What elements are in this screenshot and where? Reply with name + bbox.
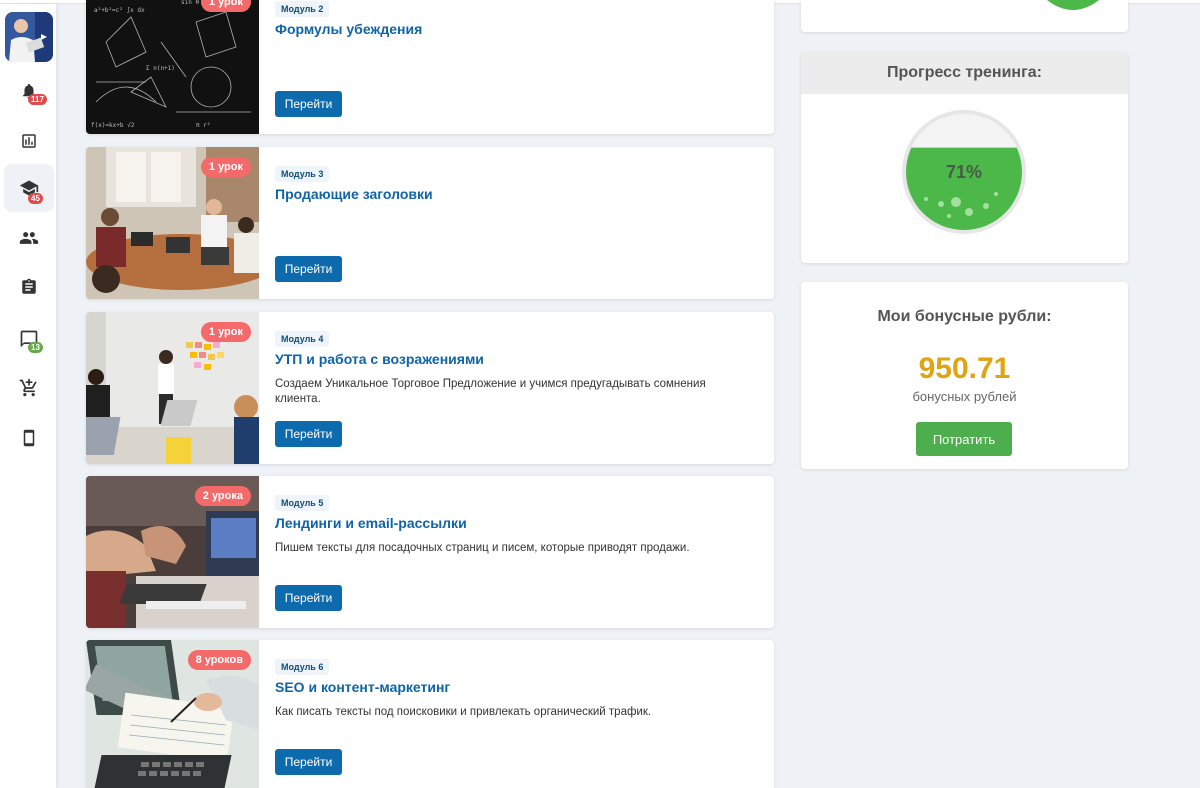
avatar[interactable] bbox=[5, 12, 53, 62]
module-title[interactable]: SEO и контент-маркетинг bbox=[275, 679, 450, 695]
training-badge: 45 bbox=[28, 193, 43, 204]
lessons-badge: 1 урок bbox=[200, 0, 251, 12]
lessons-badge: 2 урока bbox=[194, 486, 251, 506]
module-card: 1 урок Модуль 4 УТП и работа с возражени… bbox=[86, 312, 774, 464]
sidebar: 117 45 13 bbox=[0, 4, 57, 788]
progress-circle-partial bbox=[1047, 0, 1099, 10]
cart-add-icon bbox=[19, 378, 37, 397]
svg-text:a²+b²=c² ∫x dx: a²+b²=c² ∫x dx bbox=[94, 6, 145, 14]
chat-badge: 13 bbox=[28, 342, 43, 353]
module-card: 8 уроков Модуль 6 SEO и контент-маркетин… bbox=[86, 640, 774, 788]
module-card: a²+b²=c² ∫x dx sin θ = y/r Σ n(n+1) f(x)… bbox=[86, 0, 774, 134]
sidebar-item-shop[interactable] bbox=[4, 364, 54, 412]
module-thumbnail: 1 урок bbox=[86, 312, 259, 464]
sidebar-item-training[interactable]: 45 bbox=[4, 164, 54, 212]
module-title[interactable]: УТП и работа с возражениями bbox=[275, 351, 484, 367]
module-thumbnail: a²+b²=c² ∫x dx sin θ = y/r Σ n(n+1) f(x)… bbox=[86, 0, 259, 134]
progress-percent: 71% bbox=[946, 162, 982, 182]
module-title[interactable]: Формулы убеждения bbox=[275, 21, 422, 37]
spend-button[interactable]: Потратить bbox=[916, 422, 1012, 456]
module-thumbnail: 2 урока bbox=[86, 476, 259, 628]
bonus-title: Мои бонусные рубли: bbox=[877, 308, 1052, 325]
go-button[interactable]: Перейти bbox=[275, 585, 342, 611]
module-thumbnail: 8 уроков bbox=[86, 640, 259, 788]
bonus-amount: 950.71 bbox=[918, 352, 1011, 385]
module-description: Как писать тексты под поисковики и привл… bbox=[275, 706, 652, 718]
top-panel-partial bbox=[801, 0, 1128, 32]
module-title[interactable]: Продающие заголовки bbox=[275, 186, 433, 202]
sidebar-item-chat[interactable]: 13 bbox=[4, 315, 54, 363]
lessons-badge: 8 уроков bbox=[187, 650, 251, 670]
progress-panel: Прогресс тренинга: 71% bbox=[801, 52, 1128, 263]
module-number: Модуль 2 bbox=[275, 1, 330, 17]
sidebar-item-notifications[interactable]: 117 bbox=[4, 67, 54, 115]
bonus-caption: бонусных рублей bbox=[912, 389, 1017, 404]
module-description: Пишем тексты для посадочных страниц и пи… bbox=[275, 542, 690, 554]
lessons-badge: 1 урок bbox=[200, 157, 251, 177]
go-button[interactable]: Перейти bbox=[275, 91, 342, 117]
progress-title: Прогресс тренинга: bbox=[801, 52, 1128, 94]
svg-text:f(x)=kx+b √2: f(x)=kx+b √2 bbox=[91, 122, 135, 129]
sidebar-item-people[interactable] bbox=[4, 214, 54, 262]
go-button[interactable]: Перейти bbox=[275, 749, 342, 775]
module-thumbnail: 1 урок bbox=[86, 147, 259, 299]
module-number: Модуль 4 bbox=[275, 331, 330, 347]
module-number: Модуль 6 bbox=[275, 659, 330, 675]
sidebar-item-mobile[interactable] bbox=[4, 414, 54, 462]
module-number: Модуль 3 bbox=[275, 166, 330, 182]
notifications-badge: 117 bbox=[28, 94, 47, 105]
bonus-panel: Мои бонусные рубли: 950.71 бонусных рубл… bbox=[801, 282, 1128, 469]
lessons-badge: 1 урок bbox=[200, 322, 251, 342]
module-title[interactable]: Лендинги и email-рассылки bbox=[275, 515, 467, 531]
sidebar-item-tasks[interactable] bbox=[4, 263, 54, 311]
module-card: 1 урок Модуль 3 Продающие заголовки Пере… bbox=[86, 147, 774, 299]
module-number: Модуль 5 bbox=[275, 495, 330, 511]
svg-text:Σ n(n+1): Σ n(n+1) bbox=[146, 65, 175, 72]
people-icon bbox=[19, 232, 39, 244]
module-card: 2 урока Модуль 5 Лендинги и email-рассыл… bbox=[86, 476, 774, 628]
chart-icon bbox=[22, 134, 36, 148]
svg-text:π r²: π r² bbox=[196, 122, 210, 129]
go-button[interactable]: Перейти bbox=[275, 421, 342, 447]
phone-icon bbox=[23, 429, 35, 447]
progress-gauge: 71% bbox=[902, 110, 1026, 234]
module-description: Создаем Уникальное Торговое Предложение … bbox=[275, 378, 706, 405]
go-button[interactable]: Перейти bbox=[275, 256, 342, 282]
sidebar-item-stats[interactable] bbox=[4, 117, 54, 165]
clipboard-icon bbox=[22, 278, 36, 294]
